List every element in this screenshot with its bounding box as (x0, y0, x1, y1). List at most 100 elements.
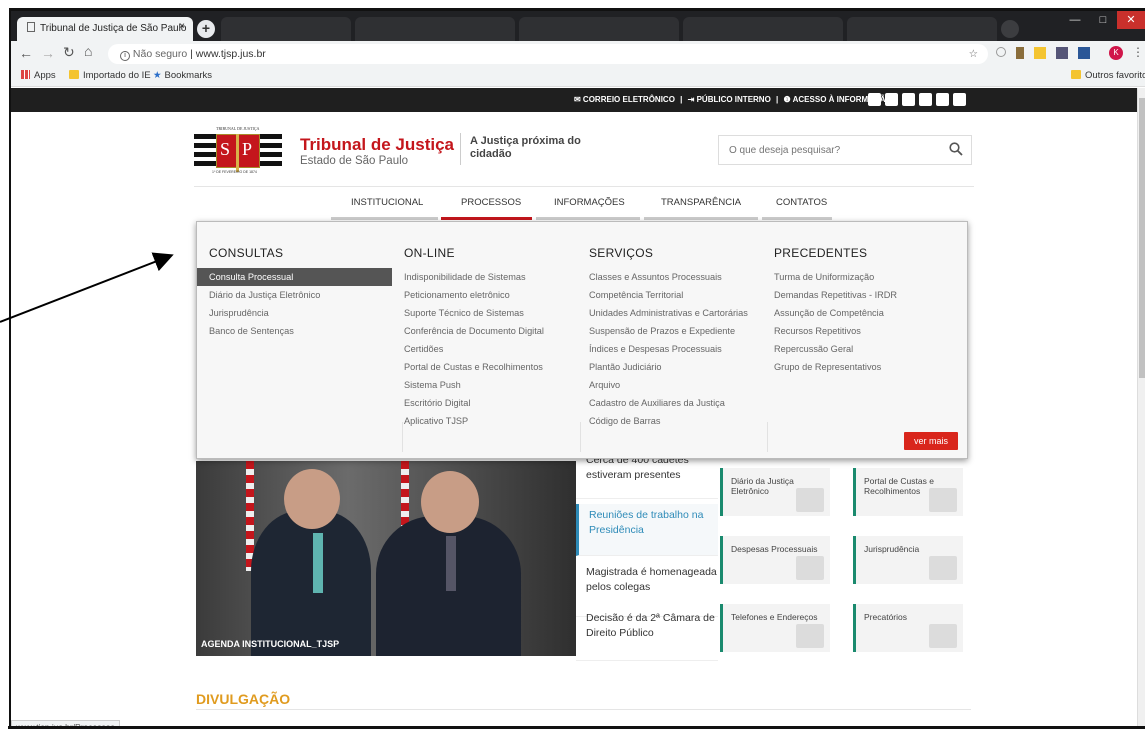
url-bar[interactable]: i Não seguro | www.tjsp.jus.br ☆ (108, 44, 988, 64)
menu-item[interactable]: Recursos Repetitivos (762, 322, 947, 340)
menu-item[interactable]: Conferência de Documento Digital (392, 322, 577, 340)
brand-title[interactable]: Tribunal de Justiça (300, 135, 454, 155)
extension-icon[interactable] (1078, 47, 1090, 59)
menu-item[interactable]: Certidões (392, 340, 577, 358)
url-text[interactable]: www.tjsp.jus.br (196, 48, 266, 60)
publico-interno-link[interactable]: ⇥ PÚBLICO INTERNO (688, 95, 771, 104)
tile-label: Portal de Custas e Recolhimentos (864, 476, 934, 496)
search-icon[interactable] (949, 142, 963, 156)
menu-item[interactable]: Aplicativo TJSP (392, 412, 577, 430)
menu-item[interactable]: Classes e Assuntos Processuais (577, 268, 762, 286)
divider (194, 186, 974, 187)
foursquare-icon[interactable] (936, 93, 949, 106)
main-nav: INSTITUCIONAL PROCESSOS INFORMAÇÕES TRAN… (194, 197, 974, 220)
profile-avatar[interactable]: K (1109, 46, 1123, 60)
menu-item[interactable]: Suspensão de Prazos e Expediente (577, 322, 762, 340)
photo-caption[interactable]: AGENDA INSTITUCIONAL_TJSP (201, 639, 339, 649)
newspaper-icon (796, 488, 824, 512)
column-title: ON-LINE (404, 246, 455, 260)
close-window-button[interactable]: ✕ (1117, 11, 1145, 29)
tile-label: Despesas Processuais (731, 544, 818, 554)
search-input[interactable] (719, 136, 929, 164)
menu-item[interactable]: Código de Barras (577, 412, 762, 430)
nav-underline (762, 217, 832, 220)
menu-item[interactable]: Indisponibilidade de Sistemas (392, 268, 577, 286)
menu-item[interactable]: Banco de Sentenças (197, 322, 392, 340)
menu-item[interactable]: Índices e Despesas Processuais (577, 340, 762, 358)
logo-top-text: TRIBUNAL DE JUSTIÇA (216, 126, 260, 131)
tagline: A Justiça próxima do cidadão (470, 135, 581, 160)
ver-mais-button[interactable]: ver mais (903, 432, 958, 450)
scrollbar-thumb[interactable] (1139, 98, 1145, 378)
scrollbar[interactable] (1137, 88, 1145, 728)
facebook-icon[interactable] (885, 93, 898, 106)
tab-inactive[interactable] (221, 17, 351, 41)
menu-item[interactable]: Jurisprudência (197, 304, 392, 322)
youtube-icon[interactable] (902, 93, 915, 106)
tile-jurisprudencia[interactable]: Jurisprudência (853, 536, 963, 584)
tie (446, 536, 456, 591)
menu-item[interactable]: Demandas Repetitivas - IRDR (762, 286, 947, 304)
menu-item[interactable]: Competência Territorial (577, 286, 762, 304)
menu-list: Turma de Uniformização Demandas Repetitiv… (762, 268, 947, 376)
news-item[interactable]: Magistrada é homenageada pelos colegas (576, 559, 718, 617)
tile-custas[interactable]: Portal de Custas e Recolhimentos (853, 468, 963, 516)
column-online: ON-LINE Indisponibilidade de Sistemas Pet… (392, 222, 577, 460)
menu-list: Consulta Processual Diário da Justiça Ele… (197, 268, 392, 340)
tile-precatorios[interactable]: Precatórios (853, 604, 963, 652)
menu-item[interactable]: Portal de Custas e Recolhimentos (392, 358, 577, 376)
menu-list: Indisponibilidade de Sistemas Peticioname… (392, 268, 577, 430)
bookmark-other[interactable]: Outros favoritos (1071, 70, 1145, 81)
news-list: Cerca de 400 cadetes estiveram presentes… (576, 451, 718, 666)
menu-icon[interactable]: ⋮ (1132, 45, 1144, 59)
menu-item[interactable]: Diário da Justiça Eletrônico (197, 286, 392, 304)
menu-item[interactable]: Grupo de Representativos (762, 358, 947, 376)
menu-item[interactable]: Cadastro de Auxiliares da Justiça (577, 394, 762, 412)
tjsp-logo[interactable]: TRIBUNAL DE JUSTIÇA S P 1º DE FEVEREIRO … (194, 126, 282, 176)
tile-label: Precatórios (864, 612, 907, 622)
menu-item[interactable]: Unidades Administrativas e Cartorárias (577, 304, 762, 322)
menu-item[interactable]: Suporte Técnico de Sistemas (392, 304, 577, 322)
minimize-button[interactable]: — (1061, 11, 1089, 29)
menu-item[interactable]: Assunção de Competência (762, 304, 947, 322)
menu-item[interactable]: Sistema Push (392, 376, 577, 394)
column-divider (402, 422, 403, 452)
menu-item[interactable]: Peticionamento eletrônico (392, 286, 577, 304)
tile-diario[interactable]: Diário da Justiça Eletrônico (720, 468, 830, 516)
tile-label: Diário da Justiça Eletrônico (731, 476, 794, 496)
column-servicos: SERVIÇOS Classes e Assuntos Processuais C… (577, 222, 762, 460)
tile-despesas[interactable]: Despesas Processuais (720, 536, 830, 584)
instagram-icon[interactable] (953, 93, 966, 106)
menu-item[interactable]: Arquivo (577, 376, 762, 394)
news-item-active[interactable]: Reuniões de trabalho na Presidência (576, 504, 718, 556)
menu-item-selected[interactable]: Consulta Processual (197, 268, 392, 286)
logo-sword (236, 134, 239, 172)
tile-telefones[interactable]: Telefones e Endereços (720, 604, 830, 652)
tab-inactive[interactable] (683, 17, 843, 41)
phone-icon (796, 624, 824, 648)
extension-icon[interactable] (996, 47, 1006, 57)
extension-icon[interactable] (1034, 47, 1046, 59)
menu-item[interactable]: Plantão Judiciário (577, 358, 762, 376)
flickr-icon[interactable] (919, 93, 932, 106)
agenda-photo[interactable] (196, 461, 576, 656)
menu-item[interactable]: Turma de Uniformização (762, 268, 947, 286)
tab-inactive[interactable] (847, 17, 997, 41)
menu-item[interactable]: Escritório Digital (392, 394, 577, 412)
logo-bottom-text: 1º DE FEVEREIRO DE 1874 (212, 170, 257, 174)
folder-icon (1071, 70, 1081, 79)
correio-link[interactable]: ✉ CORREIO ELETRÔNICO (574, 95, 675, 104)
top-links: ✉ CORREIO ELETRÔNICO | ⇥ PÚBLICO INTERNO… (574, 95, 892, 104)
tab-inactive[interactable] (519, 17, 679, 41)
menu-list: Classes e Assuntos Processuais Competênci… (577, 268, 762, 430)
star-icon[interactable]: ☆ (969, 44, 978, 64)
twitter-icon[interactable] (868, 93, 881, 106)
tile-label: Telefones e Endereços (731, 612, 818, 622)
tab-inactive[interactable] (355, 17, 515, 41)
extension-icon[interactable] (1056, 47, 1068, 59)
extension-icon[interactable] (1016, 47, 1024, 59)
menu-item[interactable]: Repercussão Geral (762, 340, 947, 358)
news-item[interactable]: Decisão é da 2ª Câmara de Direito Públic… (576, 611, 718, 661)
person-left (251, 511, 371, 656)
maximize-button[interactable]: □ (1089, 11, 1117, 29)
